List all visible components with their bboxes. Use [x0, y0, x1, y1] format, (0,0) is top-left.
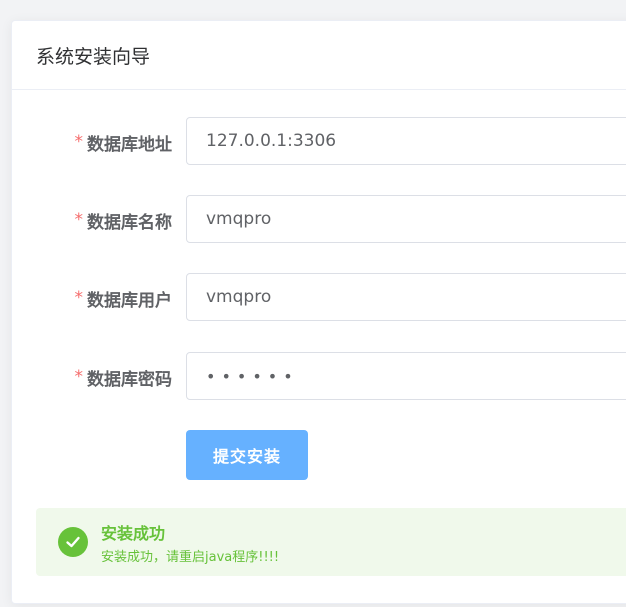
db-user-label-text: 数据库用户 — [87, 290, 172, 311]
db-user-label: * 数据库用户 — [75, 273, 173, 323]
db-user-input[interactable] — [186, 273, 626, 321]
required-mark: * — [74, 367, 84, 387]
required-mark: * — [74, 210, 84, 230]
db-name-label: * 数据库名称 — [75, 195, 173, 245]
check-circle-icon — [58, 527, 88, 557]
alert-description: 安装成功，请重启java程序!!!! — [101, 550, 280, 565]
db-password-label-text: 数据库密码 — [87, 369, 172, 390]
db-name-label-text: 数据库名称 — [87, 212, 172, 233]
db-password-row: * 数据库密码 — [12, 352, 626, 402]
db-host-label: * 数据库地址 — [75, 117, 173, 167]
install-wizard-card: 系统安装向导 * 数据库地址 * 数据库名称 * 数据库用户 — [11, 20, 626, 604]
required-mark: * — [74, 132, 84, 152]
db-name-row: * 数据库名称 — [12, 195, 626, 245]
db-name-input[interactable] — [186, 195, 626, 243]
db-host-label-text: 数据库地址 — [87, 134, 172, 155]
db-host-row: * 数据库地址 — [12, 117, 626, 167]
submit-install-button[interactable]: 提交安装 — [186, 430, 308, 480]
db-password-input[interactable] — [186, 352, 626, 400]
card-header: 系统安装向导 — [12, 21, 626, 90]
page-title: 系统安装向导 — [36, 45, 151, 68]
db-user-row: * 数据库用户 — [12, 273, 626, 323]
required-mark: * — [74, 288, 84, 308]
db-password-label: * 数据库密码 — [75, 352, 173, 402]
db-host-input[interactable] — [186, 117, 626, 165]
success-alert: 安装成功 安装成功，请重启java程序!!!! — [36, 508, 626, 576]
alert-title: 安装成功 — [101, 524, 166, 543]
